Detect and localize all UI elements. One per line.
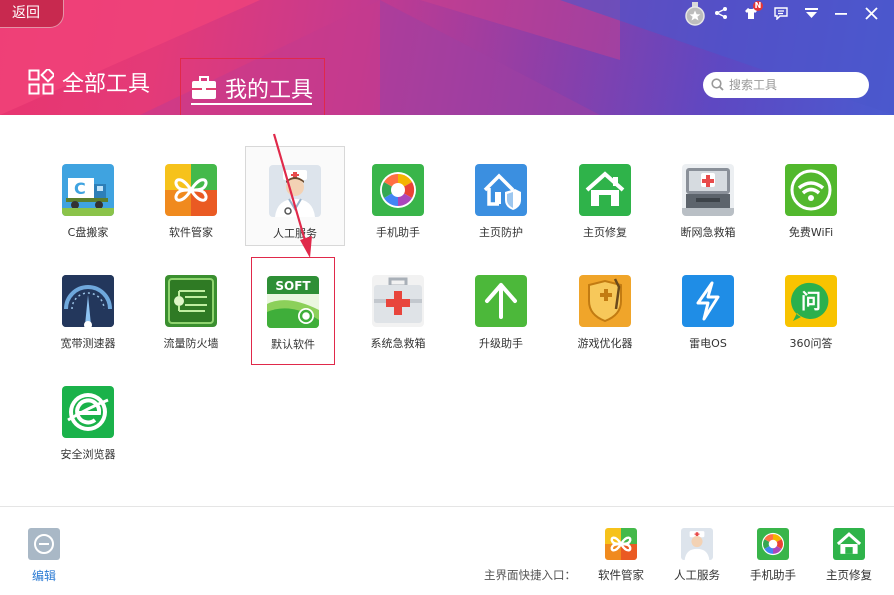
quick-item[interactable]: 手机助手 xyxy=(743,528,803,583)
tool-item[interactable]: 软件管家 xyxy=(141,146,241,246)
tool-label: 雷电OS xyxy=(689,337,727,350)
tool-item[interactable]: 系统急救箱 xyxy=(348,257,448,357)
message-icon[interactable] xyxy=(766,0,796,26)
close-icon[interactable] xyxy=(856,0,886,26)
skin-shirt-icon[interactable]: N xyxy=(736,0,766,26)
home-fix-icon xyxy=(833,528,865,560)
quick-item-label: 手机助手 xyxy=(750,568,796,582)
truck-c-icon: C xyxy=(62,164,114,216)
tool-label: 断网急救箱 xyxy=(680,226,736,239)
tool-label: 升级助手 xyxy=(479,337,523,350)
tool-item[interactable]: 人工服务 xyxy=(245,146,345,246)
tool-item[interactable]: 主页修复 xyxy=(555,146,655,246)
nurse-icon xyxy=(269,165,321,217)
tool-label: 宽带测速器 xyxy=(60,337,116,350)
tool-item-highlighted[interactable]: SOFT 默认软件 xyxy=(251,257,335,365)
search-input[interactable] xyxy=(729,78,859,92)
active-tab-underline xyxy=(191,103,312,105)
tool-label: 主页防护 xyxy=(479,226,523,239)
tool-item[interactable]: 游戏优化器 xyxy=(555,257,655,357)
tab-my-tools-label: 我的工具 xyxy=(225,78,314,103)
butterfly-icon xyxy=(165,164,217,216)
network-firstaid-icon xyxy=(682,164,734,216)
tool-label: 主页修复 xyxy=(583,226,627,239)
nurse-icon xyxy=(681,528,713,560)
tool-item[interactable]: 手机助手 xyxy=(348,146,448,246)
quick-item[interactable]: 主页修复 xyxy=(819,528,879,583)
tool-label: 游戏优化器 xyxy=(577,337,633,350)
tool-item[interactable]: C C盘搬家 xyxy=(38,146,138,246)
header-banner: 返回 N 全部工具 我的工具 搜索工具 xyxy=(0,0,894,115)
soft-badge-text: SOFT xyxy=(275,279,311,293)
game-shield-icon xyxy=(579,275,631,327)
qa-icon: 问 xyxy=(785,275,837,327)
tool-item[interactable]: 断网急救箱 xyxy=(658,146,758,246)
quick-item[interactable]: 人工服务 xyxy=(667,528,727,583)
tool-label: 默认软件 xyxy=(271,338,315,351)
quick-item-label: 主页修复 xyxy=(826,568,872,582)
qa-badge-text: 问 xyxy=(801,289,821,313)
up-arrow-icon xyxy=(475,275,527,327)
edit-button[interactable]: 编辑 xyxy=(27,528,61,584)
window-controls: N xyxy=(706,0,886,26)
footer-divider xyxy=(0,506,894,507)
medal-icon[interactable] xyxy=(684,2,706,26)
speedometer-icon xyxy=(62,275,114,327)
tab-all-tools[interactable]: 全部工具 xyxy=(28,60,150,104)
tool-item[interactable]: 问 360问答 xyxy=(761,257,861,357)
tool-label: 流量防火墙 xyxy=(163,337,219,350)
svg-text:C: C xyxy=(74,179,86,198)
tool-label: 人工服务 xyxy=(273,227,317,240)
minus-circle-icon xyxy=(28,528,60,560)
tool-label: 系统急救箱 xyxy=(370,337,426,350)
notification-badge: N xyxy=(753,1,763,11)
tab-all-tools-label: 全部工具 xyxy=(62,72,151,97)
search-box[interactable] xyxy=(703,72,869,98)
search-icon xyxy=(711,76,724,95)
quick-entry-label: 主界面快捷入口： xyxy=(484,568,576,582)
quick-item[interactable]: 软件管家 xyxy=(591,528,651,583)
tool-item[interactable]: 主页防护 xyxy=(451,146,551,246)
grid-apps-icon xyxy=(28,69,54,95)
lightning-icon xyxy=(682,275,734,327)
colorwheel-icon xyxy=(372,164,424,216)
tool-item[interactable]: 免费WiFi xyxy=(761,146,861,246)
share-icon[interactable] xyxy=(706,0,736,26)
quick-item-label: 人工服务 xyxy=(674,568,720,582)
tool-label: 手机助手 xyxy=(376,226,420,239)
wifi-icon xyxy=(785,164,837,216)
tool-item[interactable]: 安全浏览器 xyxy=(38,368,138,468)
minimize-icon[interactable] xyxy=(826,0,856,26)
tool-item[interactable]: 升级助手 xyxy=(451,257,551,357)
menu-dropdown-icon[interactable] xyxy=(796,0,826,26)
butterfly-icon xyxy=(605,528,637,560)
tool-item[interactable]: 雷电OS xyxy=(658,257,758,357)
circuit-icon xyxy=(165,275,217,327)
tool-item[interactable]: 流量防火墙 xyxy=(141,257,241,357)
toolbox-icon xyxy=(191,76,217,100)
home-shield-icon xyxy=(475,164,527,216)
tool-label: 360问答 xyxy=(789,337,833,350)
app-window: 返回 N 全部工具 我的工具 搜索工具 C C盘搬家 软件管家 人工服务 手机助… xyxy=(0,0,894,595)
tab-my-tools[interactable]: 我的工具 xyxy=(180,58,325,115)
tool-item[interactable]: 宽带测速器 xyxy=(38,257,138,357)
tool-label: C盘搬家 xyxy=(67,226,109,239)
home-fix-icon xyxy=(579,164,631,216)
tool-label: 免费WiFi xyxy=(788,226,834,239)
soft-gear-icon: SOFT xyxy=(267,276,319,328)
colorwheel-icon xyxy=(757,528,789,560)
firstaid-icon xyxy=(372,275,424,327)
quick-item-label: 软件管家 xyxy=(598,568,644,582)
tool-label: 软件管家 xyxy=(169,226,213,239)
back-button[interactable]: 返回 xyxy=(0,0,64,28)
edit-label: 编辑 xyxy=(31,569,56,583)
browser-e-icon xyxy=(62,386,114,438)
tool-label: 安全浏览器 xyxy=(60,448,116,461)
